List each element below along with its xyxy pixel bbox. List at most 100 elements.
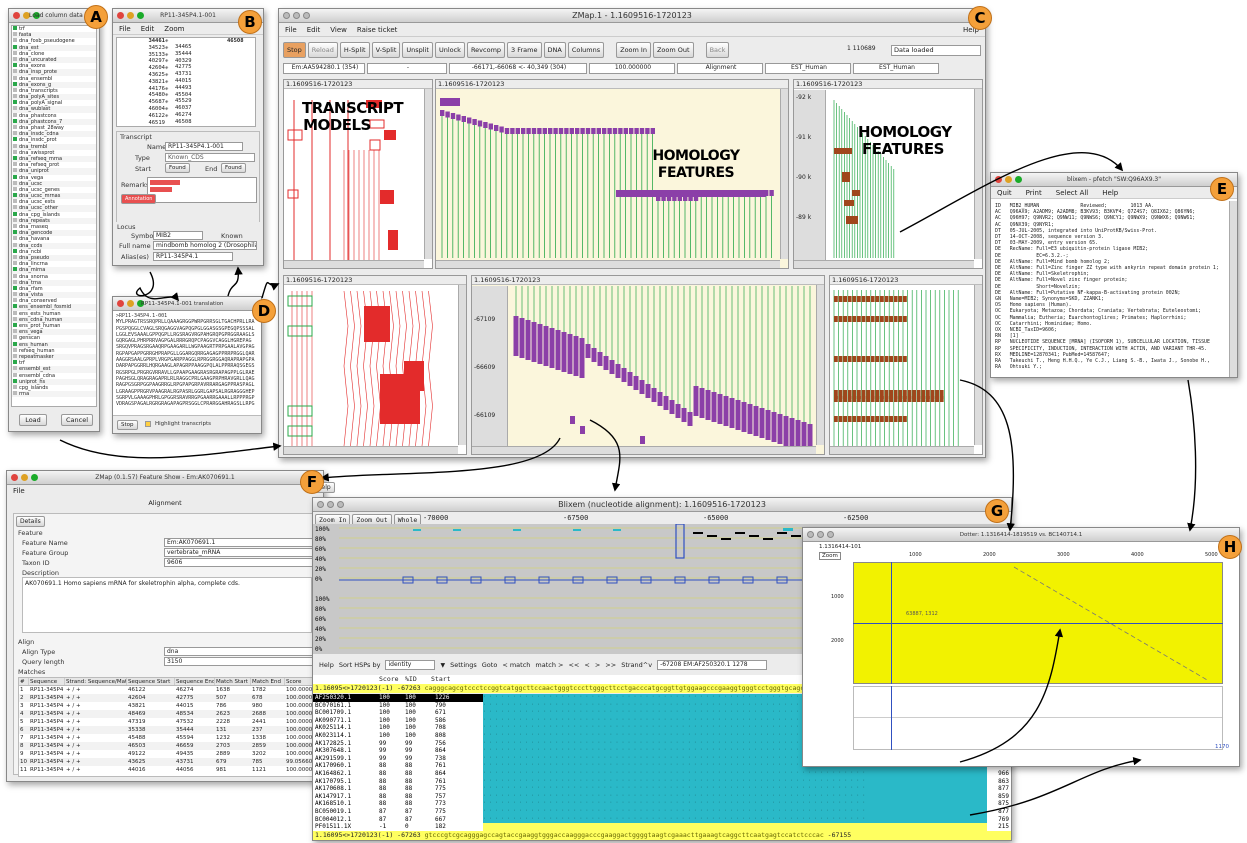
alignment-tab[interactable]: Alignment bbox=[7, 499, 323, 507]
checkbox-icon[interactable] bbox=[13, 378, 17, 383]
exon-start[interactable]: 43821 bbox=[139, 79, 165, 86]
checkbox-icon[interactable] bbox=[13, 285, 17, 290]
checkbox-icon[interactable] bbox=[13, 50, 17, 55]
zoom-icon[interactable] bbox=[33, 12, 40, 19]
exon-start[interactable]: 44176 bbox=[139, 86, 165, 93]
horizontal-scrollbar[interactable] bbox=[472, 446, 816, 454]
menu-edit[interactable]: Edit bbox=[141, 25, 155, 33]
minimize-icon[interactable] bbox=[817, 531, 824, 538]
exon-start[interactable]: 45687 bbox=[139, 99, 165, 106]
checkbox-icon[interactable] bbox=[13, 94, 17, 99]
checkbox-icon[interactable] bbox=[13, 304, 17, 309]
feature-name-field[interactable]: Em:AK070691.1 bbox=[164, 538, 314, 547]
alignment-row[interactable]: AK170608.1 88 88 775 · · · · · · · · · · · … bbox=[313, 785, 1011, 793]
checkbox-icon[interactable] bbox=[13, 143, 17, 148]
exon-end[interactable]: 35444 bbox=[175, 51, 201, 58]
column-header[interactable]: Sequence Start bbox=[127, 678, 175, 685]
table-row[interactable]: 7 RP11-345P4 + / +45488 45594 1232 1338 100.00… bbox=[19, 734, 315, 742]
column-header[interactable]: Sequence bbox=[29, 678, 65, 685]
table-row[interactable]: 6 RP11-345P4 + / +35338 35444 131 237 100.0000… bbox=[19, 726, 315, 734]
checkbox-icon[interactable] bbox=[13, 298, 17, 303]
titlebar[interactable]: ZMap (0.1.57) Feature Show - Em:AK070691… bbox=[7, 471, 323, 485]
zoom-icon[interactable] bbox=[137, 300, 144, 307]
exon-end[interactable]: 44493 bbox=[175, 85, 201, 92]
checkbox-icon[interactable] bbox=[13, 131, 17, 136]
checkbox-icon[interactable] bbox=[13, 230, 17, 235]
checkbox-icon[interactable] bbox=[13, 125, 17, 129]
goto-button[interactable]: Goto bbox=[482, 661, 498, 669]
minimize-icon[interactable] bbox=[327, 501, 334, 508]
minimize-icon[interactable] bbox=[293, 12, 300, 19]
exon-start[interactable]: 42604 bbox=[139, 65, 165, 72]
exon-end[interactable]: 40329 bbox=[175, 58, 201, 65]
titlebar[interactable]: RP11-345P4.1-001 translation bbox=[113, 297, 261, 311]
horizontal-scrollbar[interactable] bbox=[436, 260, 780, 268]
checkbox-icon[interactable] bbox=[13, 118, 17, 123]
checkbox-icon[interactable] bbox=[13, 248, 17, 253]
zoom-icon[interactable] bbox=[303, 12, 310, 19]
stop-button[interactable]: Stop bbox=[117, 420, 138, 430]
zoom-icon[interactable] bbox=[1015, 176, 1022, 183]
checkbox-icon[interactable] bbox=[13, 193, 17, 198]
close-icon[interactable] bbox=[283, 12, 290, 19]
titlebar[interactable]: Blixem (nucleotide alignment): 1.1609516… bbox=[313, 498, 1011, 512]
checkbox-icon[interactable] bbox=[13, 81, 17, 86]
checkbox-icon[interactable] bbox=[13, 366, 17, 371]
menu-print[interactable]: Print bbox=[1026, 189, 1042, 197]
checkbox-icon[interactable] bbox=[13, 168, 17, 173]
menu-file[interactable]: File bbox=[13, 487, 25, 495]
fullname-field[interactable]: mindbomb homolog 2 (Drosophila) bbox=[153, 241, 257, 250]
toolbar-button-3-frame[interactable]: 3 Frame bbox=[507, 42, 542, 58]
menu-file[interactable]: File bbox=[119, 25, 131, 33]
vertical-scrollbar[interactable] bbox=[816, 285, 824, 445]
checkbox-icon[interactable] bbox=[13, 149, 17, 154]
alignment-row[interactable]: PF01511.1X -1 0 182 215 bbox=[313, 823, 1011, 831]
zoom-icon[interactable] bbox=[337, 501, 344, 508]
menu-help[interactable]: Help bbox=[1102, 189, 1118, 197]
horizontal-scrollbar[interactable] bbox=[830, 446, 974, 454]
description-field[interactable]: AK070691.1 Homo sapiens mRNA for skeletr… bbox=[22, 577, 312, 633]
exon-start[interactable]: 34523 bbox=[139, 45, 165, 52]
table-row[interactable]: 8 RP11-345P4 + / +46503 46659 2703 2859 100.00… bbox=[19, 742, 315, 750]
column-item[interactable]: rrna bbox=[12, 391, 96, 398]
zoom-button[interactable]: Zoom bbox=[819, 552, 841, 560]
checkbox-icon[interactable] bbox=[13, 261, 17, 266]
horizontal-scrollbar[interactable] bbox=[794, 260, 974, 268]
checkbox-icon[interactable] bbox=[13, 316, 17, 321]
horizontal-scrollbar[interactable] bbox=[284, 446, 458, 454]
details-tab[interactable]: Details bbox=[16, 516, 45, 527]
minimize-icon[interactable] bbox=[1005, 176, 1012, 183]
menu-edit[interactable]: Edit bbox=[307, 26, 321, 34]
checkbox-icon[interactable] bbox=[13, 211, 17, 216]
scroll-far-right-button[interactable]: >> bbox=[605, 661, 616, 669]
checkbox-icon[interactable] bbox=[13, 323, 17, 327]
strand-toggle[interactable]: Strand^v bbox=[621, 661, 652, 669]
zoom-icon[interactable] bbox=[137, 12, 144, 19]
toolbar-button-zoom-out[interactable]: Zoom Out bbox=[652, 42, 694, 58]
exon-start[interactable]: 34461 bbox=[139, 38, 165, 45]
table-row[interactable]: 5 RP11-345P4 + / +47319 47532 2228 2441 100.00… bbox=[19, 718, 315, 726]
sort-select[interactable]: identity bbox=[385, 660, 436, 670]
menu-view[interactable]: View bbox=[330, 26, 347, 34]
feature-group-field[interactable]: vertebrate_mRNA bbox=[164, 548, 314, 557]
exon-end[interactable]: 45529 bbox=[175, 98, 201, 105]
exon-end[interactable]: 34465 bbox=[175, 44, 201, 51]
checkbox-icon[interactable] bbox=[13, 87, 17, 92]
help-button[interactable]: Help bbox=[319, 661, 334, 669]
scroll-far-left-button[interactable]: << bbox=[568, 661, 579, 669]
checkbox-icon[interactable] bbox=[13, 56, 17, 61]
name-field[interactable]: RP11-345P4.1-001 bbox=[165, 142, 243, 151]
next-match-button[interactable]: match > bbox=[535, 661, 563, 669]
checkbox-icon[interactable] bbox=[13, 199, 17, 204]
scroll-left-button[interactable]: < bbox=[584, 661, 589, 669]
checkbox-icon[interactable] bbox=[13, 335, 17, 340]
menu-zoom[interactable]: Zoom bbox=[164, 25, 184, 33]
highlight-checkbox[interactable] bbox=[145, 421, 151, 427]
vertical-scrollbar[interactable] bbox=[974, 285, 982, 445]
zoom-icon[interactable] bbox=[31, 474, 38, 481]
titlebar[interactable]: ZMap.1 - 1.1609516-1720123 bbox=[279, 9, 985, 23]
checkbox-icon[interactable] bbox=[13, 174, 17, 179]
checkbox-icon[interactable] bbox=[13, 391, 17, 396]
exon-start[interactable]: 43625 bbox=[139, 72, 165, 79]
checkbox-icon[interactable] bbox=[13, 353, 17, 358]
